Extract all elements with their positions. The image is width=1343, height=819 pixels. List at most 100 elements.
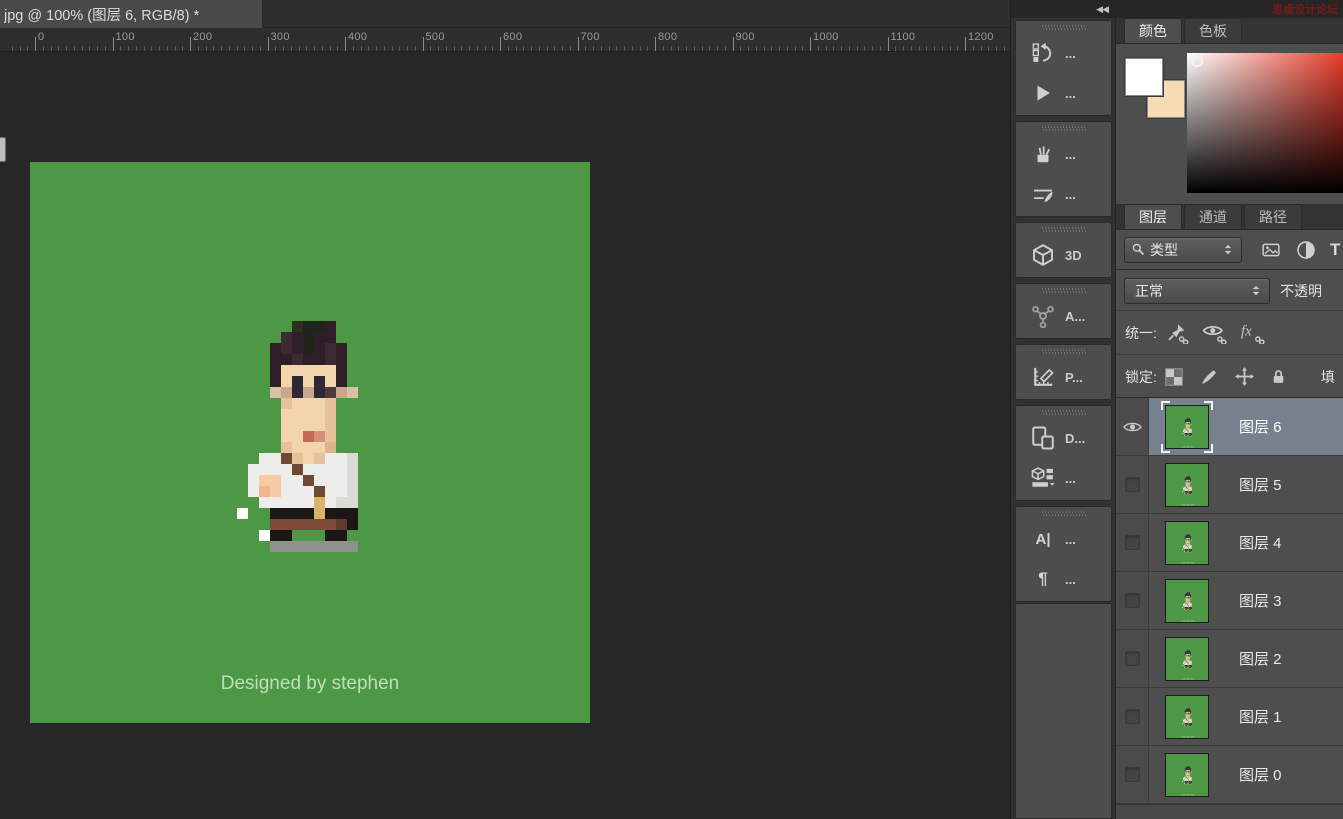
unify-position-icon[interactable]: [1165, 322, 1189, 344]
panel-button-label: ...: [1065, 187, 1076, 202]
ruler-minor-tick: [764, 46, 765, 51]
ruler-minor-tick: [609, 46, 610, 51]
unify-effects-icon[interactable]: fx: [1239, 322, 1265, 344]
layer-thumbnail[interactable]: Designed by stephen: [1165, 695, 1209, 739]
panel-button-device-preview[interactable]: D...: [1016, 418, 1111, 458]
lock-position-icon[interactable]: [1235, 367, 1254, 386]
layer-visibility-toggle[interactable]: [1116, 630, 1149, 687]
panel-button-label: ...: [1065, 86, 1076, 101]
layer-name[interactable]: 图层 1: [1239, 706, 1282, 727]
panel-group-grip-icon[interactable]: [1042, 288, 1086, 293]
ruler-minor-tick: [485, 46, 486, 51]
panel-button-actions[interactable]: ...: [1016, 73, 1111, 113]
layer-thumbnail[interactable]: Designed by stephen: [1165, 579, 1209, 623]
lock-transparency-icon[interactable]: [1165, 368, 1183, 386]
color-gradient-field[interactable]: [1187, 53, 1343, 193]
panel-group-grip-icon[interactable]: [1042, 511, 1086, 516]
tab-layers[interactable]: 图层: [1124, 204, 1182, 229]
ruler-minor-tick: [213, 46, 214, 51]
panel-button-tool-presets[interactable]: ...: [1016, 134, 1111, 174]
tab-paths[interactable]: 路径: [1244, 204, 1302, 229]
pasteboard: Designed by stephen: [0, 52, 1010, 819]
tab-channels[interactable]: 通道: [1184, 204, 1242, 229]
layer-row[interactable]: Designed by stephen 图层 3: [1116, 572, 1343, 630]
layer-name[interactable]: 图层 4: [1239, 532, 1282, 553]
ruler-minor-tick: [144, 46, 145, 51]
blend-mode-dropdown[interactable]: 正常: [1124, 278, 1270, 304]
ruler-minor-tick: [43, 46, 44, 51]
layer-row[interactable]: Designed by stephen 图层 2: [1116, 630, 1343, 688]
panel-group: ......: [1015, 121, 1112, 217]
lock-image-icon[interactable]: [1199, 368, 1219, 386]
layer-name[interactable]: 图层 2: [1239, 648, 1282, 669]
panel-group-grip-icon[interactable]: [1042, 349, 1086, 354]
panel-group-grip-icon[interactable]: [1042, 410, 1086, 415]
canvas[interactable]: Designed by stephen: [30, 162, 590, 723]
visibility-empty-box: [1125, 477, 1140, 492]
tab-swatches[interactable]: 色板: [1184, 18, 1242, 43]
layer-name[interactable]: 图层 6: [1239, 416, 1282, 437]
panel-group-grip-icon[interactable]: [1042, 227, 1086, 232]
ruler-minor-tick: [20, 46, 21, 51]
ruler-minor-tick: [864, 46, 865, 51]
ruler-major-tick: [733, 37, 734, 51]
foreground-color-swatch[interactable]: [1125, 58, 1163, 96]
layer-visibility-toggle[interactable]: [1116, 572, 1149, 629]
layer-row[interactable]: Designed by stephen 图层 5: [1116, 456, 1343, 514]
panel-button-3d[interactable]: 3D: [1016, 235, 1111, 275]
layer-thumbnail[interactable]: Designed by stephen: [1165, 521, 1209, 565]
layer-visibility-toggle[interactable]: [1116, 746, 1149, 803]
panel-button-share[interactable]: A...: [1016, 296, 1111, 336]
panel-button-label: ...: [1065, 471, 1076, 486]
layer-name[interactable]: 图层 0: [1239, 764, 1282, 785]
layer-visibility-toggle[interactable]: [1116, 514, 1149, 571]
filter-type-layers-icon[interactable]: T: [1330, 240, 1340, 260]
layer-thumbnail[interactable]: Designed by stephen: [1165, 405, 1209, 449]
unify-visibility-icon[interactable]: [1201, 322, 1227, 344]
lock-all-icon[interactable]: [1270, 368, 1287, 386]
layer-visibility-toggle[interactable]: [1116, 398, 1149, 455]
layer-filter-dropdown[interactable]: 类型: [1124, 237, 1242, 263]
color-picker-marker[interactable]: [1191, 55, 1203, 67]
tab-color[interactable]: 颜色: [1124, 18, 1182, 43]
layer-visibility-toggle[interactable]: [1116, 688, 1149, 745]
layer-thumbnail[interactable]: Designed by stephen: [1165, 637, 1209, 681]
ruler-minor-tick: [66, 46, 67, 51]
layer-thumbnail[interactable]: Designed by stephen: [1165, 753, 1209, 797]
ruler-minor-tick: [849, 46, 850, 51]
panel-button-paragraph[interactable]: ¶...: [1016, 559, 1111, 599]
layer-name[interactable]: 图层 5: [1239, 474, 1282, 495]
color-panel: [1116, 44, 1343, 204]
layer-row[interactable]: Designed by stephen 图层 0: [1116, 746, 1343, 804]
blend-mode-row: 正常 不透明: [1116, 271, 1343, 311]
ruler-label: 200: [193, 31, 212, 43]
ruler-minor-tick: [748, 46, 749, 51]
panel-button-label: D...: [1065, 431, 1085, 446]
ruler-minor-tick: [128, 46, 129, 51]
panel-button-character[interactable]: A|...: [1016, 519, 1111, 559]
layer-name[interactable]: 图层 3: [1239, 590, 1282, 611]
ruler-minor-tick: [903, 46, 904, 51]
panel-button-materials[interactable]: ...: [1016, 458, 1111, 498]
panel-button-brush-settings[interactable]: ...: [1016, 174, 1111, 214]
panel-group-grip-icon[interactable]: [1042, 25, 1086, 30]
ruler-minor-tick: [151, 46, 152, 51]
panel-group-grip-icon[interactable]: [1042, 126, 1086, 131]
visibility-empty-box: [1125, 709, 1140, 724]
ruler-minor-tick: [314, 46, 315, 51]
document-tab[interactable]: jpg @ 100% (图层 6, RGB/8) *: [0, 0, 263, 28]
ruler-minor-tick: [601, 46, 602, 51]
collapse-panels-icon[interactable]: ◀◀: [1096, 4, 1108, 15]
filter-adjustment-layers-icon[interactable]: [1296, 240, 1316, 260]
panel-button-properties[interactable]: P...: [1016, 357, 1111, 397]
layer-row[interactable]: Designed by stephen 图层 6: [1116, 398, 1343, 456]
ruler-minor-tick: [120, 46, 121, 51]
ruler-minor-tick: [260, 46, 261, 51]
layer-row[interactable]: Designed by stephen 图层 1: [1116, 688, 1343, 746]
layer-thumbnail[interactable]: Designed by stephen: [1165, 463, 1209, 507]
ruler-minor-tick: [981, 46, 982, 51]
filter-pixel-layers-icon[interactable]: [1260, 241, 1282, 259]
panel-button-history[interactable]: ...: [1016, 33, 1111, 73]
layer-row[interactable]: Designed by stephen 图层 4: [1116, 514, 1343, 572]
layer-visibility-toggle[interactable]: [1116, 456, 1149, 513]
